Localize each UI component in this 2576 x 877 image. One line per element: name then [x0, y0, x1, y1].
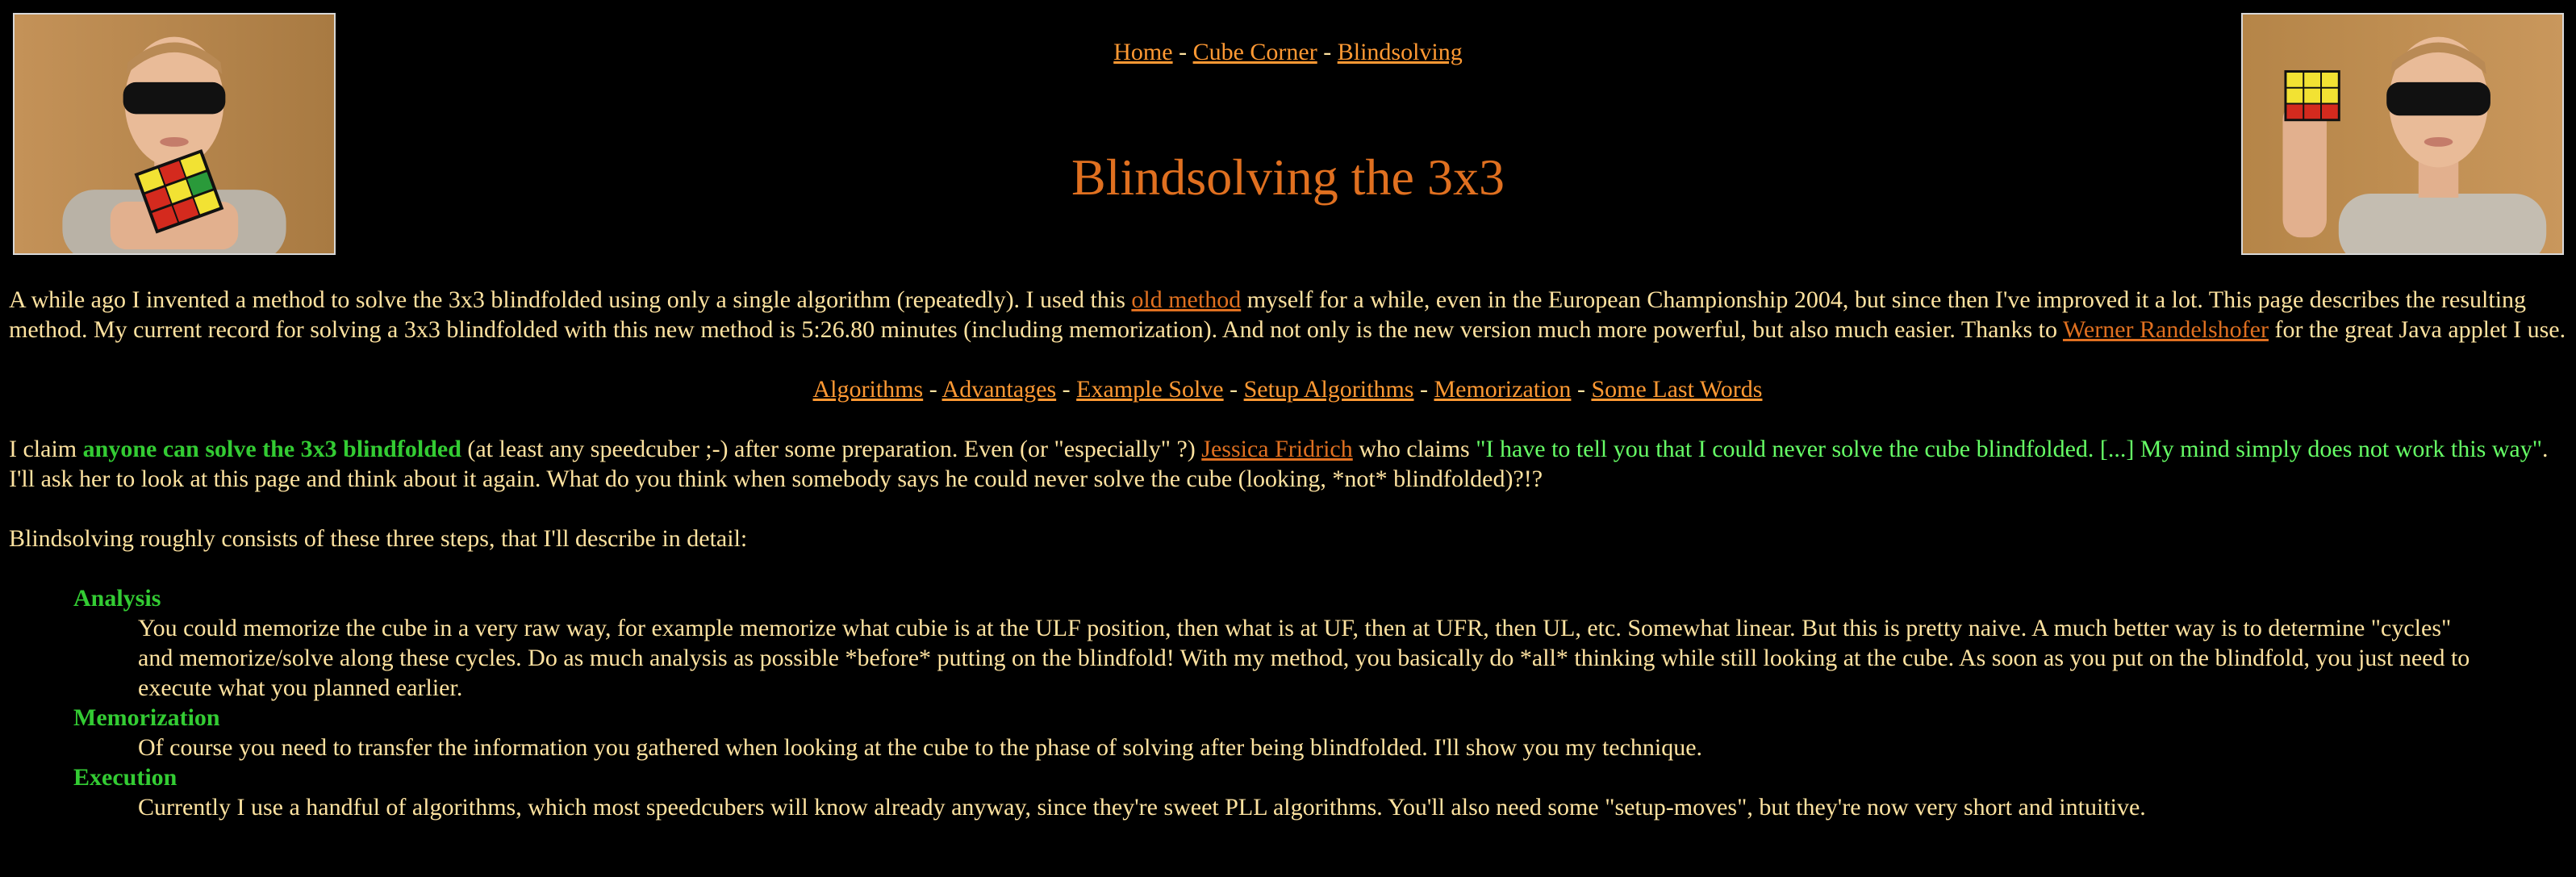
- page-header: Home - Cube Corner - Blindsolving Blinds…: [0, 0, 2576, 266]
- toc-separator: -: [1223, 376, 1244, 403]
- claim-highlight: anyone can solve the 3x3 blindfolded: [82, 436, 461, 462]
- toc-separator: -: [1413, 376, 1434, 403]
- step-term-analysis: Analysis: [73, 585, 161, 612]
- intro-text: for the great Java applet I use.: [2268, 316, 2566, 343]
- toc-example-solve-link[interactable]: Example Solve: [1076, 376, 1223, 403]
- claim-text: who claims: [1352, 436, 1476, 462]
- toc-setup-algorithms-link[interactable]: Setup Algorithms: [1244, 376, 1414, 403]
- toc-separator: -: [1571, 376, 1592, 403]
- table-of-contents: Algorithms - Advantages - Example Solve …: [9, 374, 2566, 404]
- steps-intro: Blindsolving roughly consists of these t…: [9, 525, 748, 552]
- toc-algorithms-link[interactable]: Algorithms: [813, 376, 924, 403]
- nav-blindsolving-link[interactable]: Blindsolving: [1338, 39, 1463, 65]
- main-content: A while ago I invented a method to solve…: [9, 285, 2566, 822]
- steps-list: Analysis You could memorize the cube in …: [9, 583, 2566, 822]
- step-desc-memorization: Of course you need to transfer the infor…: [138, 734, 1703, 761]
- step-term-memorization: Memorization: [73, 704, 220, 731]
- breadcrumb-separator: -: [1172, 39, 1193, 65]
- toc-advantages-link[interactable]: Advantages: [942, 376, 1057, 403]
- step-term-execution: Execution: [73, 764, 177, 791]
- old-method-link[interactable]: old method: [1131, 286, 1241, 313]
- nav-home-link[interactable]: Home: [1113, 39, 1172, 65]
- breadcrumb-separator: -: [1317, 39, 1338, 65]
- werner-randelshofer-link[interactable]: Werner Randelshofer: [2063, 316, 2269, 343]
- intro-paragraph: A while ago I invented a method to solve…: [9, 285, 2566, 345]
- claim-text: I claim: [9, 436, 83, 462]
- toc-some-last-words-link[interactable]: Some Last Words: [1591, 376, 1762, 403]
- toc-memorization-link[interactable]: Memorization: [1434, 376, 1571, 403]
- claim-text: (at least any speedcuber ;-) after some …: [461, 436, 1202, 462]
- intro-text: A while ago I invented a method to solve…: [9, 286, 1132, 313]
- fridrich-quote: "I have to tell you that I could never s…: [1476, 436, 2542, 462]
- nav-cube-corner-link[interactable]: Cube Corner: [1193, 39, 1317, 65]
- breadcrumb: Home - Cube Corner - Blindsolving: [0, 37, 2576, 67]
- step-desc-execution: Currently I use a handful of algorithms,…: [138, 794, 2146, 821]
- page-title: Blindsolving the 3x3: [1071, 148, 1505, 206]
- toc-separator: -: [923, 376, 942, 403]
- step-desc-analysis: You could memorize the cube in a very ra…: [138, 615, 2470, 701]
- jessica-fridrich-link[interactable]: Jessica Fridrich: [1201, 436, 1352, 462]
- toc-separator: -: [1056, 376, 1077, 403]
- blindfolded-solver-photo-right: [2241, 13, 2564, 255]
- claim-paragraph: I claim anyone can solve the 3x3 blindfo…: [9, 434, 2566, 494]
